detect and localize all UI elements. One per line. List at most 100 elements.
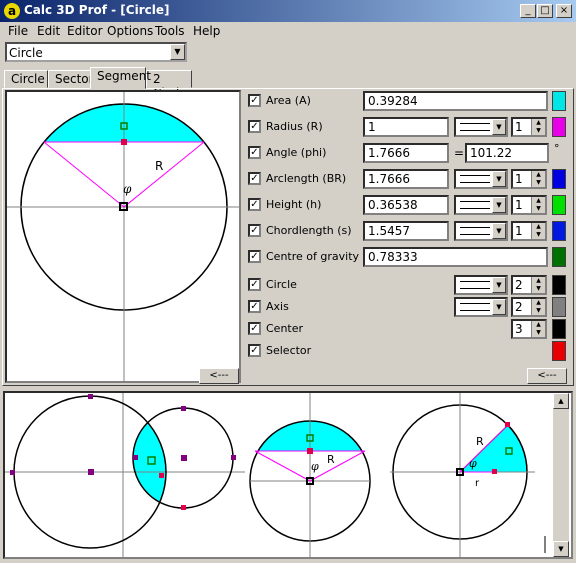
angle-label: φ <box>123 182 132 196</box>
property-row-chordlength: ✓ Chordlength (s) 1.5457 ▼ 1 ▲ ▼ <box>248 220 574 242</box>
radius-width-spinner[interactable]: 1 ▲ ▼ <box>511 117 547 137</box>
maximize-button[interactable]: □ <box>537 4 553 18</box>
menu-help[interactable]: Help <box>193 24 220 38</box>
property-row-area: ✓ Area (A) 0.39284 <box>248 90 574 112</box>
selector-checkbox[interactable]: ✓ <box>248 344 261 357</box>
axis-checkbox[interactable]: ✓ <box>248 300 261 313</box>
angle-label: Angle (phi) <box>266 146 327 159</box>
centre-of-gravity-value-field[interactable]: 0.78333 <box>363 247 548 267</box>
radius-checkbox[interactable]: ✓ <box>248 120 261 133</box>
height-checkbox[interactable]: ✓ <box>248 198 261 211</box>
sector-thumb-angle-label: φ <box>469 457 477 470</box>
radius-line-style-select[interactable]: ▼ <box>454 117 508 137</box>
app-icon: a <box>4 3 20 19</box>
centre-of-gravity-label: Centre of gravity (x) <box>266 250 378 263</box>
minimize-button[interactable]: _ <box>520 4 536 18</box>
back-button-right[interactable]: <--- <box>527 368 567 384</box>
close-button[interactable]: × <box>556 4 572 18</box>
sector-thumb-radius-label: R <box>476 435 484 448</box>
back-button-left[interactable]: <--- <box>199 368 239 384</box>
area-value-field[interactable]: 0.39284 <box>363 91 548 111</box>
property-row-arclength: ✓ Arclength (BR) 1.7666 ▼ 1 ▲ ▼ <box>248 168 574 190</box>
area-checkbox[interactable]: ✓ <box>248 94 261 107</box>
segment-thumb-radius-label: R <box>327 453 335 466</box>
radius-label: Radius (R) <box>266 120 323 133</box>
property-row-angle: ✓ Angle (phi) 1.7666 = 101.22 ° <box>248 142 574 164</box>
menu-options[interactable]: Options <box>107 24 153 38</box>
chordlength-checkbox[interactable]: ✓ <box>248 224 261 237</box>
height-line-style-select[interactable]: ▼ <box>454 195 508 215</box>
tab-circle[interactable]: Circle <box>4 70 48 88</box>
arclength-value-field[interactable]: 1.7666 <box>363 169 449 189</box>
thumbnail-two-circle[interactable] <box>5 393 245 557</box>
equals-sign: = <box>454 146 465 160</box>
thumbnail-segment[interactable]: R φ <box>249 393 371 557</box>
arclength-line-style-select[interactable]: ▼ <box>454 169 508 189</box>
circle-color-swatch[interactable] <box>552 275 566 295</box>
object-gallery: R φ R φ r <box>3 391 573 559</box>
segment-diagram[interactable]: R φ <box>5 90 241 383</box>
circle-option-label: Circle <box>266 278 297 291</box>
height-color-swatch[interactable] <box>552 195 566 215</box>
selector-option-label: Selector <box>266 344 312 357</box>
option-row-center: ✓ Center 3 ▲ ▼ <box>248 318 574 340</box>
chordlength-label: Chordlength (s) <box>266 224 352 237</box>
centre-of-gravity-color-swatch[interactable] <box>552 247 566 267</box>
menu-edit[interactable]: Edit <box>37 24 60 38</box>
gallery-scrollbar[interactable]: ▲ ▼ <box>553 393 569 557</box>
axis-line-style-select[interactable]: ▼ <box>454 297 508 317</box>
center-checkbox[interactable]: ✓ <box>248 322 261 335</box>
scroll-up-icon[interactable]: ▲ <box>553 393 569 409</box>
chordlength-width-spinner[interactable]: 1 ▲ ▼ <box>511 221 547 241</box>
angle-checkbox[interactable]: ✓ <box>248 146 261 159</box>
scroll-down-icon[interactable]: ▼ <box>553 541 569 557</box>
gallery-svg: R φ R φ r <box>5 393 546 557</box>
radius-value-field[interactable]: 1 <box>363 117 449 137</box>
tab-2-circle[interactable]: 2 Circle <box>146 70 192 100</box>
chordlength-line-style-select[interactable]: ▼ <box>454 221 508 241</box>
radius-color-swatch[interactable] <box>552 117 566 137</box>
arclength-checkbox[interactable]: ✓ <box>248 172 261 185</box>
circle-width-spinner[interactable]: 2 ▲ ▼ <box>511 275 547 295</box>
menu-editor[interactable]: Editor <box>67 24 103 38</box>
window-title: Calc 3D Prof - [Circle] <box>24 3 170 17</box>
option-row-axis: ✓ Axis ▼ 2 ▲ ▼ <box>248 296 574 318</box>
center-option-label: Center <box>266 322 304 335</box>
arclength-color-swatch[interactable] <box>552 169 566 189</box>
circle-checkbox[interactable]: ✓ <box>248 278 261 291</box>
axis-width-spinner[interactable]: 2 ▲ ▼ <box>511 297 547 317</box>
height-width-spinner[interactable]: 1 ▲ ▼ <box>511 195 547 215</box>
selector-color-swatch[interactable] <box>552 341 566 361</box>
center-color-swatch[interactable] <box>552 319 566 339</box>
tab-sector[interactable]: Sector <box>48 70 94 88</box>
option-row-circle: ✓ Circle ▼ 2 ▲ ▼ <box>248 274 574 296</box>
object-select[interactable]: Circle ▼ <box>5 42 187 62</box>
radius-label: R <box>155 159 163 173</box>
arclength-width-spinner[interactable]: 1 ▲ ▼ <box>511 169 547 189</box>
angle-value-field[interactable]: 1.7666 <box>363 143 449 163</box>
radius-line-left <box>43 141 125 208</box>
axis-option-label: Axis <box>266 300 289 313</box>
radius-line-right <box>123 141 205 208</box>
height-value-field[interactable]: 0.36538 <box>363 195 449 215</box>
chordlength-color-swatch[interactable] <box>552 221 566 241</box>
degree-symbol: ° <box>554 142 560 155</box>
tab-segment[interactable]: Segment <box>90 67 151 89</box>
menu-tools[interactable]: Tools <box>155 24 185 38</box>
centre-of-gravity-checkbox[interactable]: ✓ <box>248 250 261 263</box>
axis-color-swatch[interactable] <box>552 297 566 317</box>
circle-line-style-select[interactable]: ▼ <box>454 275 508 295</box>
chevron-down-icon[interactable]: ▼ <box>170 44 185 60</box>
thumbnail-sector[interactable]: R φ r <box>390 393 535 557</box>
chordlength-value-field[interactable]: 1.5457 <box>363 221 449 241</box>
menu-file[interactable]: File <box>8 24 28 38</box>
area-color-swatch[interactable] <box>552 91 566 111</box>
center-width-spinner[interactable]: 3 ▲ ▼ <box>511 319 547 339</box>
segment-diagram-svg: R φ <box>7 92 239 381</box>
chord-handle[interactable] <box>121 139 127 145</box>
area-label: Area (A) <box>266 94 311 107</box>
sector-thumb-r-label: r <box>475 478 480 489</box>
property-row-height: ✓ Height (h) 0.36538 ▼ 1 ▲ ▼ <box>248 194 574 216</box>
option-row-selector: ✓ Selector <box>248 340 574 362</box>
angle-degrees-field[interactable]: 101.22 <box>465 143 549 163</box>
